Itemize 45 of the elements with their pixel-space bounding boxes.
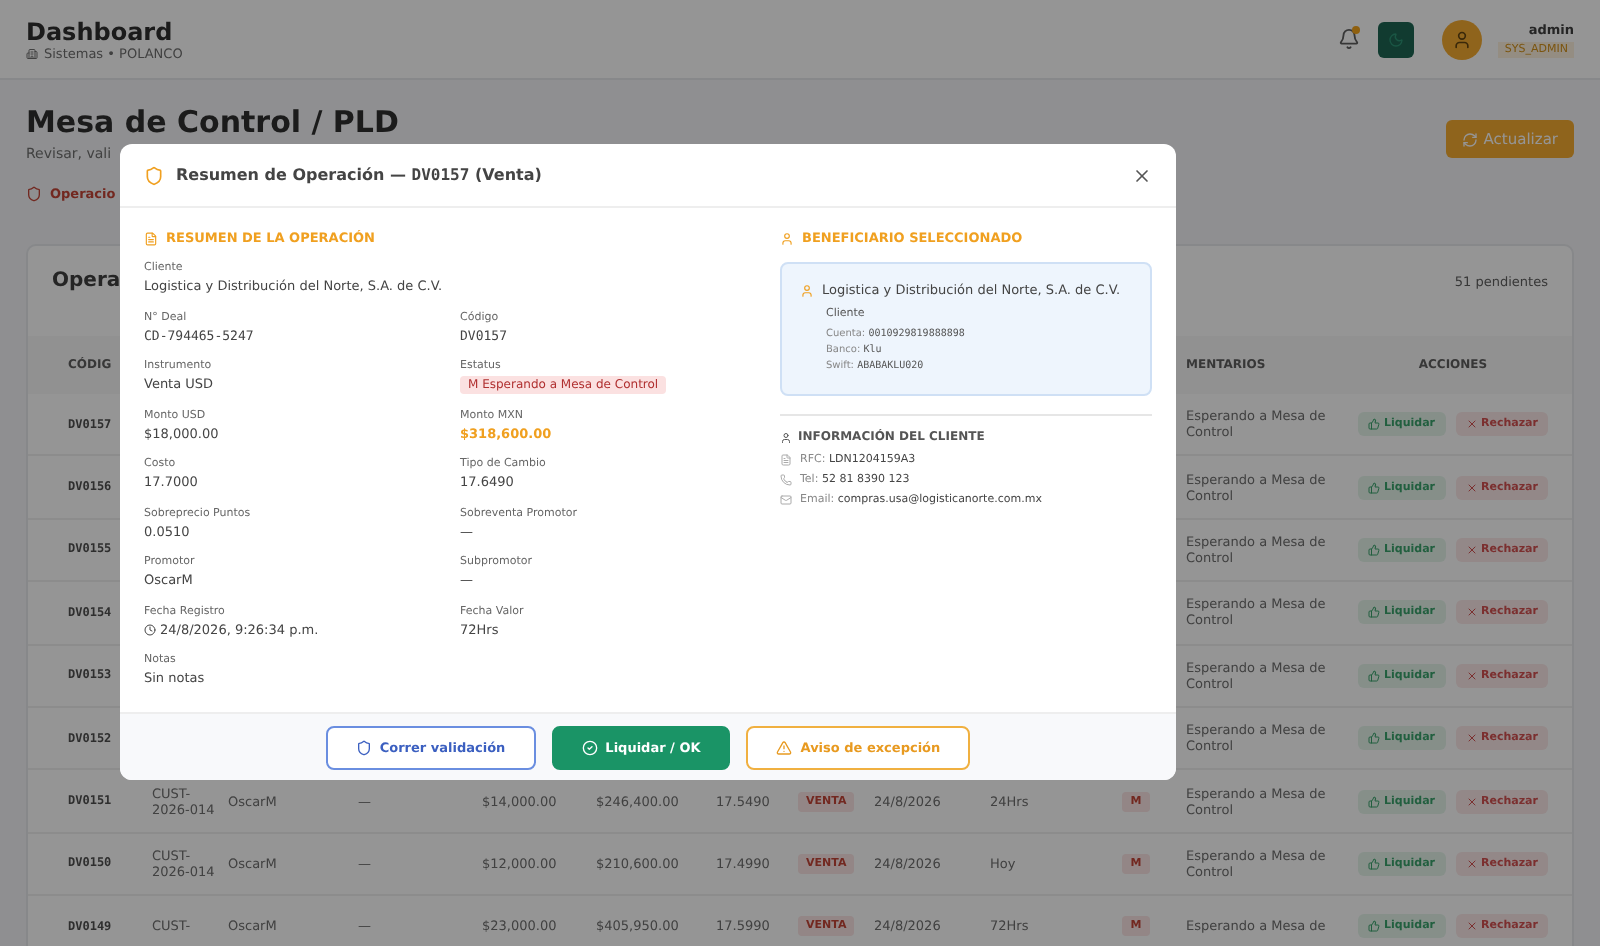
theme-toggle-button[interactable] xyxy=(1378,21,1415,57)
document-icon xyxy=(144,231,158,245)
page-title: Dashboard xyxy=(26,17,175,45)
thumbs-up-icon xyxy=(1368,669,1380,682)
dialog-title: Resumen de Operación — DV0157 (Venta) xyxy=(176,166,542,184)
thumbs-up-icon xyxy=(1368,920,1380,933)
refresh-icon xyxy=(1461,131,1478,147)
thumbs-up-icon xyxy=(1368,606,1380,619)
x-icon xyxy=(1465,481,1477,494)
thumbs-up-icon xyxy=(1368,481,1380,494)
person-icon xyxy=(1452,29,1473,49)
thumbs-up-icon xyxy=(1368,418,1380,431)
x-icon xyxy=(1465,606,1477,619)
person-icon xyxy=(780,231,794,245)
x-icon xyxy=(1465,857,1477,870)
x-icon xyxy=(1465,920,1477,933)
close-icon xyxy=(1132,165,1152,185)
thumbs-up-icon xyxy=(1368,732,1380,745)
shield-icon xyxy=(144,165,164,185)
x-icon xyxy=(1465,795,1477,808)
thumbs-up-icon xyxy=(1368,857,1380,870)
mail-icon xyxy=(780,494,792,506)
notification-button[interactable] xyxy=(1334,25,1363,53)
close-button[interactable] xyxy=(1132,165,1152,185)
card-title: Opera xyxy=(52,270,121,292)
thumbs-up-icon xyxy=(1368,795,1380,808)
x-icon xyxy=(1465,418,1477,431)
person-icon xyxy=(800,283,814,297)
check-circle-icon xyxy=(581,739,598,755)
bell-icon xyxy=(1337,28,1360,50)
shield-icon xyxy=(26,186,42,202)
building-icon xyxy=(26,47,38,59)
clock-icon xyxy=(144,623,156,635)
phone-icon xyxy=(780,474,792,486)
person-icon xyxy=(780,431,792,443)
user-avatar[interactable] xyxy=(1442,19,1483,59)
x-icon xyxy=(1465,543,1477,556)
thumbs-up-icon xyxy=(1368,543,1380,556)
warning-icon xyxy=(776,739,793,755)
x-icon xyxy=(1465,732,1477,745)
shield-icon xyxy=(355,739,372,755)
page-heading: Mesa de Control / PLD xyxy=(26,104,399,140)
moon-icon xyxy=(1388,31,1405,47)
x-icon xyxy=(1465,669,1477,682)
document-icon xyxy=(780,454,792,466)
